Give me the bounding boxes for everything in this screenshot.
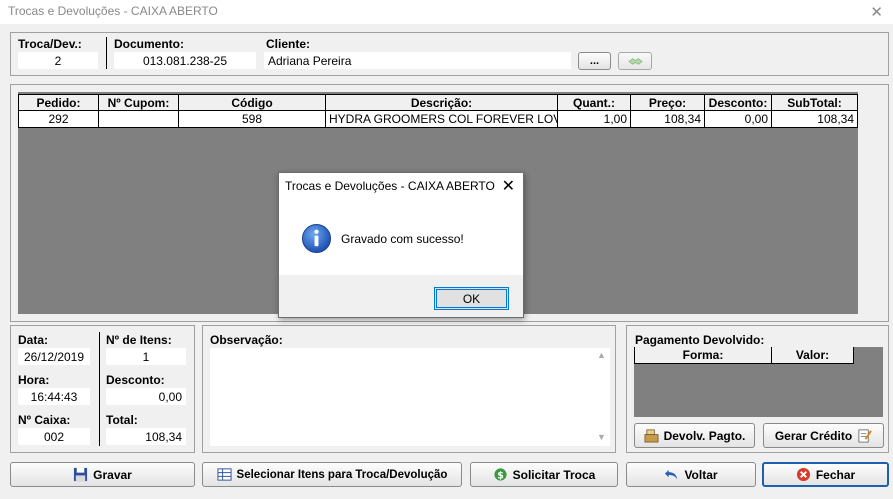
hora-label: Hora: — [18, 373, 50, 387]
cliente-lookup-button[interactable]: ... — [578, 52, 611, 70]
pagamento-valor-header[interactable]: Valor: — [772, 347, 854, 364]
pagamento-forma-header[interactable]: Forma: — [634, 347, 772, 364]
cell-descricao: HYDRA GROOMERS COL FOREVER LOVE ‹ — [326, 111, 558, 128]
col-subtotal-header[interactable]: SubTotal: — [772, 94, 858, 111]
undo-arrow-icon — [665, 469, 678, 480]
main-window: Trocas e Devoluções - CAIXA ABERTO ✕ Tro… — [0, 0, 893, 499]
cliente-field[interactable]: Adriana Pereira — [264, 52, 571, 69]
cell-subtotal: 108,34 — [772, 111, 858, 128]
dialog-footer: OK — [279, 275, 523, 317]
window-close-icon[interactable]: ✕ — [870, 3, 883, 21]
selecionar-itens-label: Selecionar Itens para Troca/Devolução — [236, 468, 448, 481]
cell-cupom — [99, 111, 179, 128]
gerar-credito-button[interactable]: Gerar Crédito — [763, 423, 884, 448]
cash-register-icon — [644, 429, 659, 443]
voltar-button[interactable]: Voltar — [626, 462, 756, 487]
pagamento-grid[interactable]: Forma: Valor: — [634, 347, 883, 417]
gravar-button[interactable]: Gravar — [10, 462, 195, 487]
scroll-down-icon[interactable]: ▼ — [597, 432, 606, 442]
summary-divider — [99, 332, 100, 446]
header-panel: Troca/Dev.: 2 Documento: 013.081.238-25 … — [10, 32, 889, 76]
gerar-credito-label: Gerar Crédito — [774, 428, 853, 443]
observacao-label: Observação: — [210, 333, 283, 347]
desconto-field: 0,00 — [106, 388, 186, 405]
table-row[interactable]: 292 598 HYDRA GROOMERS COL FOREVER LOVE … — [18, 111, 858, 128]
cell-codigo: 598 — [179, 111, 326, 128]
solicitar-troca-button[interactable]: $ Solicitar Troca — [470, 462, 618, 487]
troca-field[interactable]: 2 — [18, 52, 98, 69]
notepad-icon — [858, 429, 873, 443]
desconto-label: Desconto: — [106, 373, 165, 387]
itens-label: Nº de Itens: — [106, 333, 172, 347]
documento-label: Documento: — [114, 37, 184, 51]
fechar-label: Fechar — [815, 467, 856, 482]
message-dialog: Trocas e Devoluções - CAIXA ABERTO ✕ Gra… — [278, 172, 524, 318]
handshake-icon — [627, 57, 643, 65]
troca-label: Troca/Dev.: — [18, 37, 82, 51]
solicitar-troca-label: Solicitar Troca — [512, 467, 596, 482]
data-label: Data: — [18, 333, 49, 347]
cell-desconto: 0,00 — [705, 111, 772, 128]
cell-preco: 108,34 — [631, 111, 705, 128]
money-icon: $ — [494, 468, 507, 481]
devolv-pagto-button[interactable]: Devolv. Pagto. — [634, 423, 755, 448]
table-grid-icon — [217, 468, 232, 481]
cliente-label: Cliente: — [266, 37, 311, 51]
info-icon — [301, 223, 332, 254]
col-desconto-header[interactable]: Desconto: — [705, 94, 772, 111]
documento-field[interactable]: 013.081.238-25 — [114, 52, 256, 69]
grid-header-row: Pedido: Nº Cupom: Código Descrição: Quan… — [18, 94, 858, 111]
caixa-label: Nº Caixa: — [18, 413, 71, 427]
col-codigo-header[interactable]: Código — [179, 94, 326, 111]
observacao-textarea[interactable] — [210, 348, 610, 446]
cliente-edit-button[interactable] — [618, 52, 652, 70]
col-preco-header[interactable]: Preço: — [631, 94, 705, 111]
total-label: Total: — [106, 413, 138, 427]
gravar-label: Gravar — [93, 467, 132, 482]
scroll-up-icon[interactable]: ▲ — [597, 350, 606, 360]
observacao-scrollbar[interactable]: ▲ ▼ — [594, 348, 610, 446]
dialog-message: Gravado com sucesso! — [341, 232, 464, 246]
col-pedido-header[interactable]: Pedido: — [18, 94, 99, 111]
fechar-button[interactable]: Fechar — [762, 462, 889, 487]
cell-pedido: 292 — [18, 111, 99, 128]
caixa-field: 002 — [18, 428, 90, 445]
pagamento-title: Pagamento Devolvido: — [635, 333, 765, 347]
col-quant-header[interactable]: Quant.: — [558, 94, 631, 111]
dialog-close-icon[interactable]: ✕ — [502, 176, 515, 196]
header-divider — [106, 37, 107, 69]
col-descricao-header[interactable]: Descrição: — [326, 94, 558, 111]
svg-text:$: $ — [497, 470, 504, 481]
observacao-panel: Observação: ▲ ▼ — [202, 325, 616, 453]
pagamento-panel: Pagamento Devolvido: Forma: Valor: Devol… — [626, 325, 889, 453]
title-bar: Trocas e Devoluções - CAIXA ABERTO ✕ — [0, 0, 893, 24]
summary-panel: Data: 26/12/2019 Hora: 16:44:43 Nº Caixa… — [10, 325, 195, 453]
hora-field: 16:44:43 — [18, 388, 90, 405]
total-field: 108,34 — [106, 428, 186, 445]
data-field: 26/12/2019 — [18, 348, 90, 365]
itens-field: 1 — [106, 348, 186, 365]
selecionar-itens-button[interactable]: Selecionar Itens para Troca/Devolução — [202, 462, 462, 487]
col-cupom-header[interactable]: Nº Cupom: — [99, 94, 179, 111]
ok-button[interactable]: OK — [434, 287, 509, 310]
close-circle-icon — [796, 467, 810, 482]
dialog-title: Trocas e Devoluções - CAIXA ABERTO — [285, 179, 495, 193]
cell-quant: 1,00 — [558, 111, 631, 128]
floppy-disk-icon — [74, 467, 88, 482]
voltar-label: Voltar — [684, 467, 718, 482]
window-title: Trocas e Devoluções - CAIXA ABERTO — [8, 4, 218, 18]
devolv-pagto-label: Devolv. Pagto. — [663, 428, 746, 443]
